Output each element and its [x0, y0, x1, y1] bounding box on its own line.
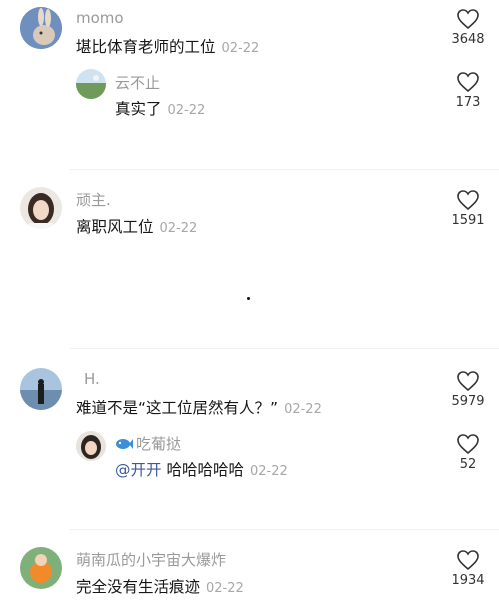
- like-count: 52: [459, 457, 477, 472]
- like-count: 1934: [451, 573, 485, 588]
- heart-outline-icon: [457, 9, 479, 30]
- avatar-landscape-image: [76, 69, 106, 99]
- reply-date: 02-22: [249, 464, 288, 479]
- heart-outline-icon: [457, 190, 479, 211]
- comment-text: 完全没有生活痕迹 02-22: [76, 575, 244, 597]
- mention-link[interactable]: @开开: [115, 461, 162, 479]
- comment-date: 02-22: [206, 581, 244, 596]
- comment-item: H. 难道不是“这工位居然有人？” 02-22 5979 吃葡挞 @开开 哈哈哈哈…: [0, 349, 499, 529]
- like-button[interactable]: 5979: [438, 370, 498, 409]
- username[interactable]: 顽主.: [76, 189, 111, 210]
- avatar-silhouette-image: [20, 368, 62, 410]
- comment-body: 难道不是“这工位居然有人？”: [76, 399, 279, 417]
- comment-date: 02-22: [221, 41, 260, 56]
- avatar[interactable]: [20, 187, 62, 229]
- comment-text: 堪比体育老师的工位 02-22: [76, 35, 259, 57]
- reply-body: 真实了: [115, 100, 162, 118]
- like-button[interactable]: 1934: [438, 549, 498, 588]
- username[interactable]: 萌南瓜的小宇宙大爆炸: [76, 549, 226, 570]
- avatar-bunny-image: [20, 7, 62, 49]
- avatar[interactable]: [76, 69, 106, 99]
- username[interactable]: momo: [76, 9, 124, 27]
- avatar[interactable]: [20, 547, 62, 589]
- comment-body: 完全没有生活痕迹: [76, 578, 201, 596]
- avatar-girl-image: [76, 431, 106, 461]
- fish-emoji-icon: [115, 436, 133, 454]
- reply-text: @开开 哈哈哈哈哈 02-22: [115, 458, 288, 480]
- reply-date: 02-22: [167, 103, 206, 118]
- like-button[interactable]: 1591: [438, 189, 498, 228]
- like-button[interactable]: 3648: [438, 8, 498, 47]
- like-count: 5979: [451, 394, 485, 409]
- comment-date: 02-22: [284, 402, 322, 417]
- reply-username[interactable]: 吃葡挞: [115, 433, 181, 454]
- avatar[interactable]: [20, 368, 62, 410]
- avatar[interactable]: [20, 7, 62, 49]
- reply-body: 哈哈哈哈哈: [166, 461, 244, 479]
- reply-text: 真实了 02-22: [115, 97, 205, 119]
- avatar-pumpkin-image: [20, 547, 62, 589]
- heart-outline-icon: [457, 550, 479, 571]
- comment-text: 难道不是“这工位居然有人？” 02-22: [76, 396, 322, 418]
- like-count: 1591: [451, 213, 485, 228]
- separator-dot: [247, 297, 250, 300]
- comment-item: 萌南瓜的小宇宙大爆炸 完全没有生活痕迹 02-22 1934: [0, 530, 499, 611]
- heart-outline-icon: [457, 434, 479, 455]
- avatar[interactable]: [76, 431, 106, 461]
- avatar-girl-image: [20, 187, 62, 229]
- comment-text: 离职风工位 02-22: [76, 215, 197, 237]
- comment-body: 堪比体育老师的工位: [76, 38, 216, 56]
- like-count: 173: [455, 95, 481, 110]
- heart-outline-icon: [457, 371, 479, 392]
- heart-outline-icon: [457, 72, 479, 93]
- reply-username-text: 吃葡挞: [136, 435, 182, 453]
- comment-body: 离职风工位: [76, 218, 154, 236]
- like-count: 3648: [451, 32, 485, 47]
- comment-item: 顽主. 离职风工位 02-22 1591: [0, 170, 499, 270]
- like-button[interactable]: 173: [438, 71, 498, 110]
- comment-item: momo 堪比体育老师的工位 02-22 3648 云不止 真实了 02-22 17…: [0, 0, 499, 170]
- username[interactable]: H.: [84, 370, 100, 388]
- reply-username[interactable]: 云不止: [115, 72, 160, 93]
- comment-date: 02-22: [159, 221, 198, 236]
- like-button[interactable]: 52: [438, 433, 498, 472]
